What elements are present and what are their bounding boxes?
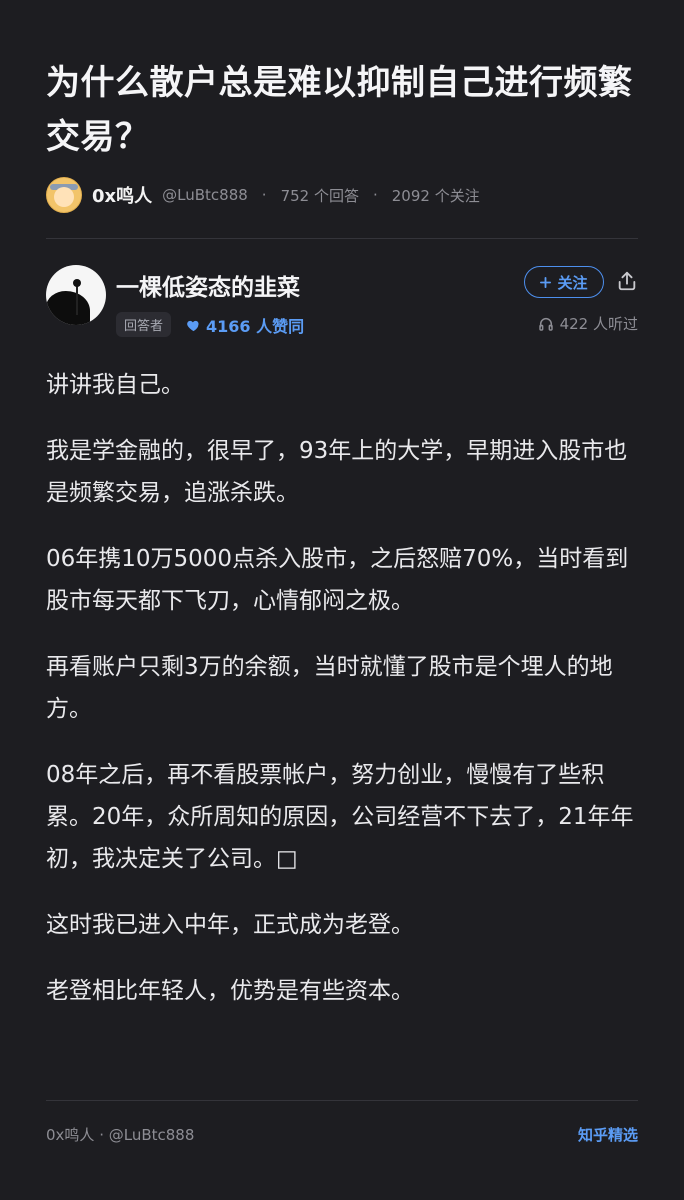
paragraph: 再看账户只剩3万的余额，当时就懂了股市是个埋人的地方。 <box>46 654 613 722</box>
follower-count[interactable]: 2092 个关注 <box>392 185 480 206</box>
question-title[interactable]: 为什么散户总是难以抑制自己进行频繁交易？ <box>46 56 638 164</box>
divider <box>46 1100 638 1101</box>
like-count-label: 4166 人赞同 <box>206 317 305 336</box>
follow-button[interactable]: 关注 <box>524 266 604 298</box>
share-icon[interactable] <box>616 270 638 292</box>
question-meta: 0x鸣人 @LuBtc888 · 752 个回答 · 2092 个关注 <box>46 176 480 214</box>
answer-content: 讲讲我自己。 我是学金融的，很早了，93年上的大学，早期进入股市也是频繁交易，追… <box>46 364 638 1012</box>
listen-count[interactable]: 422 人听过 <box>538 313 638 334</box>
plus-icon <box>540 276 552 288</box>
paragraph: 讲讲我自己。 <box>46 372 184 398</box>
meta-separator: · <box>261 186 267 204</box>
footer-source: 0x鸣人 · @LuBtc888 <box>46 1126 195 1144</box>
question-author-handle: @LuBtc888 <box>162 186 248 204</box>
heart-icon <box>187 320 199 331</box>
paragraph: 老登相比年轻人，优势是有些资本。 <box>46 978 414 1004</box>
zhihu-selection-logo[interactable]: 知乎精选 <box>578 1124 638 1145</box>
answerer-badge: 回答者 <box>116 312 172 337</box>
listen-count-label: 422 人听过 <box>559 315 638 333</box>
page: 为什么散户总是难以抑制自己进行频繁交易？ 0x鸣人 @LuBtc888 · 75… <box>46 0 638 1200</box>
divider <box>46 238 638 239</box>
question-author-avatar[interactable] <box>46 177 82 213</box>
answer-count[interactable]: 752 个回答 <box>281 185 359 206</box>
headphones-icon <box>538 317 553 331</box>
paragraph: 08年之后，再不看股票帐户，努力创业，慢慢有了些积累。20年，众所周知的原因，公… <box>46 762 634 872</box>
question-author-name[interactable]: 0x鸣人 <box>92 182 152 208</box>
paragraph: 这时我已进入中年，正式成为老登。 <box>46 912 414 938</box>
like-count[interactable]: 4166 人赞同 <box>186 313 304 337</box>
follow-button-label: 关注 <box>557 274 588 292</box>
answer-author-name[interactable]: 一棵低姿态的韭菜 <box>116 268 300 302</box>
paragraph: 06年携10万5000点杀入股市，之后怒赔70%，当时看到股市每天都下飞刀，心情… <box>46 546 629 614</box>
meta-separator: · <box>372 186 378 204</box>
answer-author-avatar[interactable] <box>46 265 106 325</box>
paragraph: 我是学金融的，很早了，93年上的大学，早期进入股市也是频繁交易，追涨杀跌。 <box>46 438 628 506</box>
